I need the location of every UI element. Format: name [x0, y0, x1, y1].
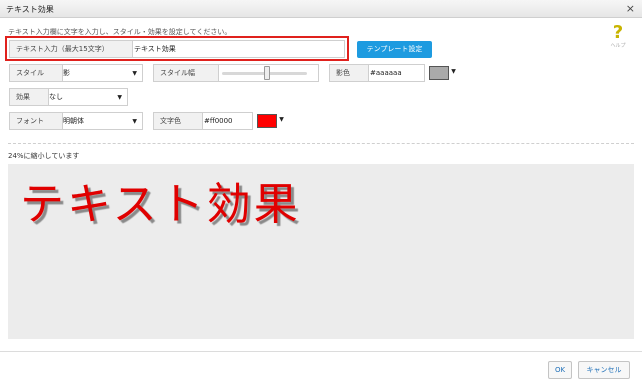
preview-area: テキスト効果: [8, 164, 634, 339]
question-mark-icon: ?: [612, 22, 624, 43]
text-color-field[interactable]: 文字色 #ff0000: [153, 112, 253, 130]
effect-value: なし: [49, 93, 63, 101]
shadow-color-label: 影色: [330, 65, 369, 81]
text-input-value[interactable]: テキスト効果: [134, 41, 176, 57]
close-icon[interactable]: ×: [626, 2, 635, 15]
shadow-color-value[interactable]: #aaaaaa: [370, 65, 402, 81]
chevron-down-icon: ▼: [132, 70, 137, 77]
help-label: ヘルプ: [610, 43, 626, 49]
text-input-field[interactable]: テキスト入力（最大15文字） テキスト効果: [9, 40, 345, 58]
shadow-color-dropdown-icon[interactable]: ▼: [449, 64, 458, 80]
footer-divider: [0, 351, 642, 352]
style-value: 影: [63, 69, 70, 77]
style-width-label: スタイル幅: [154, 65, 219, 81]
chevron-down-icon: ▼: [117, 94, 122, 101]
text-color-label: 文字色: [154, 113, 203, 129]
effect-label: 効果: [10, 89, 49, 105]
text-color-dropdown-icon[interactable]: ▼: [277, 112, 286, 128]
ok-button[interactable]: OK: [548, 361, 572, 379]
font-select[interactable]: フォント 明朝体 ▼: [9, 112, 143, 130]
cancel-button[interactable]: キャンセル: [578, 361, 630, 379]
preview-text: テキスト効果: [20, 179, 301, 230]
slider-handle[interactable]: [264, 66, 271, 80]
text-input-label: テキスト入力（最大15文字）: [10, 41, 133, 57]
shadow-color-field[interactable]: 影色 #aaaaaa: [329, 64, 425, 82]
style-label: スタイル: [10, 65, 63, 81]
effect-select[interactable]: 効果 なし ▼: [9, 88, 128, 106]
dialog-titlebar: テキスト効果 ×: [0, 0, 642, 18]
font-value: 明朝体: [63, 117, 84, 125]
chevron-down-icon: ▼: [132, 118, 137, 125]
dialog-title: テキスト効果: [6, 5, 54, 14]
section-divider: [8, 143, 634, 144]
help-button[interactable]: ? ヘルプ: [608, 22, 628, 50]
text-color-value[interactable]: #ff0000: [204, 113, 233, 129]
shadow-color-swatch[interactable]: [429, 66, 449, 80]
template-settings-button[interactable]: テンプレート設定: [357, 41, 432, 58]
style-select[interactable]: スタイル 影 ▼: [9, 64, 143, 82]
font-label: フォント: [10, 113, 63, 129]
zoom-note: 24%に縮小しています: [8, 152, 80, 160]
text-color-swatch[interactable]: [257, 114, 277, 128]
